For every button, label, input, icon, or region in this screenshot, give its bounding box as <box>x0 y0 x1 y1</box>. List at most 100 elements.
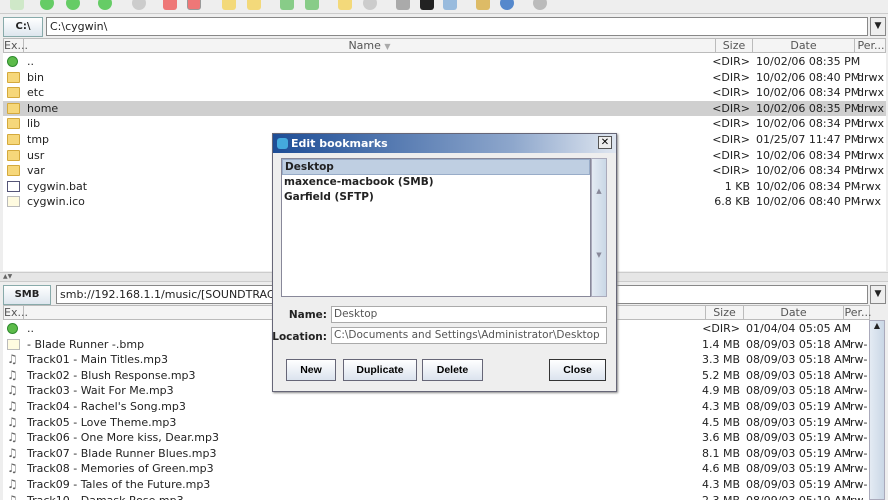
close-button[interactable]: Close <box>549 359 606 381</box>
name-input[interactable]: Desktop <box>331 306 607 323</box>
bottom-drive-button[interactable]: SMB <box>3 285 51 305</box>
col-perm[interactable]: Per... <box>855 39 887 52</box>
col-ext[interactable]: Ex... <box>4 39 28 52</box>
new-window-icon[interactable] <box>10 0 24 10</box>
note-icon: ♫ <box>7 399 18 413</box>
folder-icon <box>7 165 20 177</box>
file-size: <DIR> <box>712 55 750 68</box>
bookmark-scrollbar[interactable]: ▲ ▼ <box>591 158 607 297</box>
search-icon[interactable] <box>396 0 410 10</box>
file-size: 3.3 MB <box>701 353 740 367</box>
file-name: etc <box>27 86 45 100</box>
file-perm: -rw- <box>846 415 868 429</box>
file-date: 08/09/03 05:19 AM <box>746 415 852 429</box>
col-size[interactable]: Size <box>706 306 744 319</box>
col-date[interactable]: Date <box>744 306 844 319</box>
bookmark-item[interactable]: Garfield (SFTP) <box>282 190 590 206</box>
col-date[interactable]: Date <box>753 39 855 52</box>
file-row[interactable]: ♫ Track08 - Memories of Green.mp3 4.6 MB 08… <box>3 461 869 477</box>
new-file-icon[interactable] <box>247 0 261 10</box>
file-perm: drwx <box>857 86 885 100</box>
delete-button[interactable]: Delete <box>422 359 483 381</box>
scroll-down-icon[interactable]: ▼ <box>592 251 606 259</box>
file-name: Track08 - Memories of Green.mp3 <box>27 462 214 476</box>
file-date: 08/09/03 05:19 AM <box>746 462 852 476</box>
connect-icon[interactable] <box>443 0 457 10</box>
close-icon[interactable]: ✕ <box>598 136 612 149</box>
file-size: 4.9 MB <box>701 384 740 398</box>
file-row[interactable]: ♫ Track05 - Love Theme.mp3 4.5 MB 08/09/03 … <box>3 415 869 431</box>
new-folder-icon[interactable] <box>222 0 236 10</box>
bookmark-item[interactable]: Desktop <box>282 159 590 175</box>
file-row[interactable]: home <DIR> 10/02/06 08:35 PM drwx <box>3 100 886 117</box>
note-icon: ♫ <box>7 352 18 367</box>
bottom-history-dropdown[interactable]: ▼ <box>870 285 886 304</box>
new-button[interactable]: New <box>286 359 336 381</box>
open-icon[interactable] <box>338 0 352 10</box>
file-row[interactable]: ♫ Track09 - Tales of the Future.mp3 4.3 MB… <box>3 477 869 493</box>
info-icon[interactable] <box>500 0 514 10</box>
swap-icon[interactable] <box>305 0 319 10</box>
add-bookmark-icon[interactable] <box>163 0 177 10</box>
file-perm: -rw- <box>846 493 867 500</box>
file-date: 08/09/03 05:19 AM <box>746 446 852 460</box>
terminal-icon[interactable] <box>420 0 434 10</box>
settings-icon[interactable] <box>533 0 547 10</box>
refresh-icon[interactable] <box>280 0 294 10</box>
file-date: 10/02/06 08:35 PM <box>756 101 861 115</box>
scroll-up-icon[interactable]: ▲ <box>870 321 884 330</box>
top-history-dropdown[interactable]: ▼ <box>870 17 886 36</box>
file-row[interactable]: lib <DIR> 10/02/06 08:34 PM drwx <box>3 116 886 132</box>
file-row[interactable]: ♫ Track06 - One More kiss, Dear.mp3 3.6 MB… <box>3 430 869 446</box>
file-perm: -rwx <box>857 179 881 193</box>
parent-folder-icon[interactable] <box>98 0 112 10</box>
file-perm: drwx <box>857 70 885 84</box>
top-drive-button[interactable]: C:\ <box>3 17 43 37</box>
col-size[interactable]: Size <box>716 39 753 52</box>
col-name[interactable]: Name ▼ <box>24 39 716 52</box>
file-name: home <box>27 101 59 115</box>
note-icon: ♫ <box>7 477 18 491</box>
up-icon <box>7 56 18 67</box>
name-label: Name: <box>288 309 327 321</box>
location-input[interactable]: C:\Documents and Settings\Administrator\… <box>331 327 607 344</box>
folder-icon <box>7 87 20 99</box>
disabled-icon[interactable] <box>363 0 377 10</box>
col-perm[interactable]: Per... <box>844 306 872 319</box>
file-name: bin <box>27 70 45 84</box>
bottom-scrollbar[interactable]: ▲ <box>869 320 885 500</box>
col-ext[interactable]: Ex... <box>4 306 28 319</box>
run-icon[interactable] <box>476 0 490 10</box>
file-row[interactable]: .. <DIR> 10/02/06 08:35 PM <box>3 54 886 70</box>
back-icon[interactable] <box>40 0 54 10</box>
file-size: 5.2 MB <box>701 368 740 382</box>
file-size: <DIR> <box>702 322 740 335</box>
file-row[interactable]: ♫ Track04 - Rachel's Song.mp3 4.3 MB 08/09/… <box>3 399 869 415</box>
stop-icon[interactable] <box>132 0 146 10</box>
duplicate-button[interactable]: Duplicate <box>343 359 417 381</box>
file-perm: -rw- <box>846 446 868 460</box>
note-icon: ♫ <box>7 414 18 429</box>
folder-icon <box>7 118 20 130</box>
file-date: 10/02/06 08:34 PM <box>756 86 861 100</box>
forward-icon[interactable] <box>66 0 80 10</box>
file-size: 4.3 MB <box>701 478 740 491</box>
edit-bookmarks-icon[interactable] <box>187 0 201 10</box>
top-path-input[interactable]: C:\cygwin\ <box>46 17 868 36</box>
file-date: 08/09/03 05:18 AM <box>746 353 852 367</box>
file-name: Track05 - Love Theme.mp3 <box>27 415 177 429</box>
bookmark-list[interactable]: Desktop maxence-macbook (SMB) Garfield (… <box>281 158 591 297</box>
file-row[interactable]: bin <DIR> 10/02/06 08:40 PM drwx <box>3 70 886 86</box>
bookmark-item[interactable]: maxence-macbook (SMB) <box>282 175 590 191</box>
file-name: cygwin.bat <box>27 179 88 193</box>
file-row[interactable]: ♫ Track07 - Blade Runner Blues.mp3 8.1 MB 0… <box>3 446 869 462</box>
edit-bookmarks-dialog: Edit bookmarks ✕ Desktop maxence-macbook… <box>272 133 617 392</box>
dialog-title-bar[interactable]: Edit bookmarks ✕ <box>273 134 616 153</box>
file-size: 1 KB <box>724 179 750 193</box>
file-date: 10/02/06 08:34 PM <box>756 148 861 162</box>
file-row[interactable]: etc <DIR> 10/02/06 08:34 PM drwx <box>3 85 886 101</box>
file-date: 10/02/06 08:34 PM <box>756 179 861 193</box>
file-row[interactable]: ♫ Track10 - Damask Rose.mp3 2.3 MB 08/09/03… <box>3 493 869 500</box>
note-icon: ♫ <box>7 461 18 476</box>
scroll-up-icon[interactable]: ▲ <box>592 187 606 195</box>
